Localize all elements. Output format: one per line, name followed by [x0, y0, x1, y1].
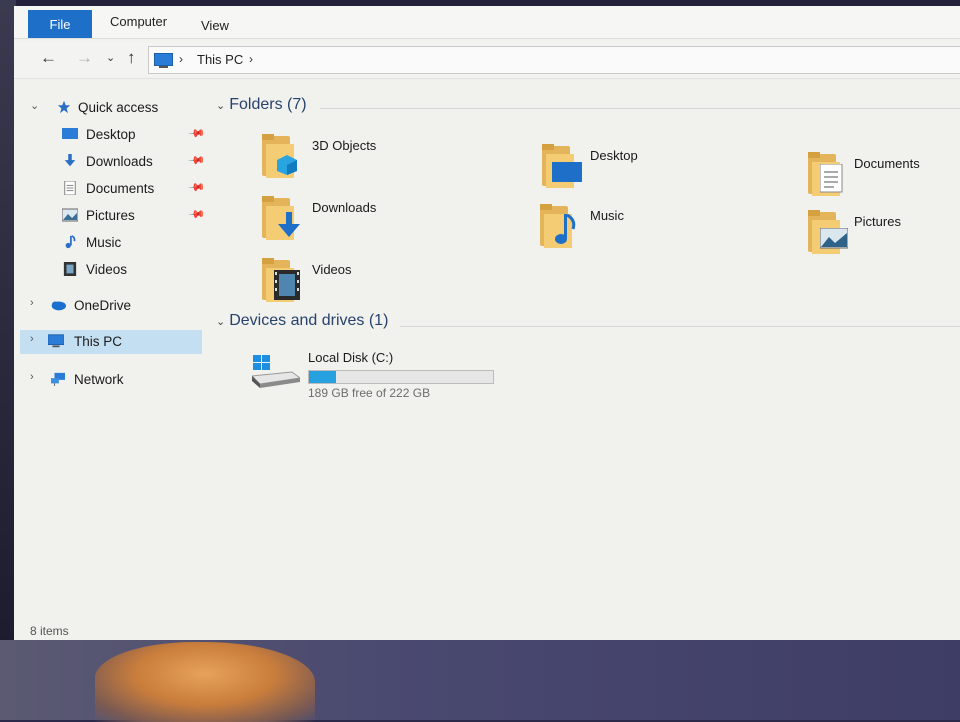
- hard-drive-icon: [252, 355, 300, 388]
- nav-item-label: Quick access: [78, 100, 159, 115]
- folder-label: 3D Objects: [312, 138, 377, 153]
- folder-tile-pictures[interactable]: Pictures: [808, 210, 960, 268]
- folder-tile-documents[interactable]: Documents: [808, 152, 960, 210]
- nav-item-network[interactable]: › Network: [14, 368, 202, 392]
- download-arrow-icon: [278, 212, 300, 237]
- status-bar-item-count: 8 items: [30, 624, 69, 638]
- folder-label: Documents: [854, 156, 920, 171]
- nav-item-videos[interactable]: Videos: [14, 258, 202, 282]
- pin-icon[interactable]: 📌: [187, 151, 206, 170]
- breadcrumb-this-pc[interactable]: This PC: [197, 52, 243, 67]
- group-header-devices[interactable]: ⌄ Devices and drives (1): [216, 312, 388, 330]
- document-icon: [820, 164, 843, 193]
- group-header-folders[interactable]: ⌄ Folders (7): [216, 96, 307, 114]
- folder-tile-3d-objects[interactable]: 3D Objects: [262, 134, 522, 192]
- tab-file[interactable]: File: [28, 10, 92, 38]
- folder-label: Desktop: [590, 148, 638, 163]
- nav-item-music[interactable]: Music: [14, 231, 202, 255]
- group-header-label: Folders (7): [229, 96, 307, 113]
- picture-icon: [820, 228, 848, 249]
- drive-free-space: 189 GB free of 222 GB: [308, 386, 431, 400]
- expand-chevron-icon[interactable]: ›: [30, 297, 34, 309]
- folder-tile-videos[interactable]: Videos: [262, 258, 522, 316]
- star-icon: [57, 100, 71, 114]
- folder-tile-desktop[interactable]: Desktop: [542, 144, 802, 202]
- collapse-chevron-icon[interactable]: ⌄: [216, 316, 225, 328]
- tab-computer[interactable]: Computer: [110, 14, 167, 29]
- expand-chevron-icon[interactable]: ⌄: [30, 99, 39, 112]
- background-glare: [95, 642, 315, 722]
- nav-item-pictures[interactable]: Pictures 📌: [14, 204, 206, 228]
- computer-icon: [48, 334, 64, 348]
- cloud-icon: [51, 301, 66, 311]
- forward-arrow-icon[interactable]: →: [76, 48, 93, 68]
- tab-view[interactable]: View: [201, 18, 229, 33]
- collapse-chevron-icon[interactable]: ⌄: [216, 100, 225, 112]
- nav-item-label: Downloads: [86, 154, 153, 169]
- back-arrow-icon[interactable]: ←: [40, 48, 57, 68]
- folder-tile-downloads[interactable]: Downloads: [262, 196, 522, 254]
- group-divider: [320, 108, 960, 109]
- music-note-icon: [555, 214, 576, 244]
- nav-item-label: Desktop: [86, 127, 136, 142]
- desktop-icon: [62, 128, 78, 139]
- cube-icon: [277, 155, 297, 175]
- ribbon-tabs: File Computer View: [14, 6, 960, 39]
- desktop-icon: [552, 162, 582, 182]
- folder-label: Pictures: [854, 214, 901, 229]
- drive-usage-fill: [309, 371, 337, 383]
- film-icon: [63, 262, 77, 276]
- folder-label: Music: [590, 208, 624, 223]
- nav-item-label: Music: [86, 235, 122, 250]
- pin-icon[interactable]: 📌: [187, 124, 206, 143]
- group-divider: [400, 326, 960, 327]
- folder-label: Videos: [312, 262, 352, 277]
- breadcrumb-separator-icon[interactable]: ›: [179, 52, 183, 66]
- nav-item-label: OneDrive: [74, 298, 132, 313]
- drive-name: Local Disk (C:): [308, 350, 394, 365]
- nav-item-label: Documents: [86, 181, 155, 196]
- pin-icon[interactable]: 📌: [187, 205, 206, 224]
- file-explorer-window: File Computer View ← → ⌄ ↑ › This PC › ⌄…: [14, 6, 960, 640]
- nav-item-label: Videos: [86, 262, 128, 277]
- folder-label: Downloads: [312, 200, 377, 215]
- nav-item-desktop[interactable]: Desktop 📌: [14, 123, 206, 147]
- content-pane: ⌄ Folders (7) 3D Objects Desktop Document…: [210, 80, 960, 600]
- nav-item-label: Pictures: [86, 208, 135, 223]
- document-icon: [64, 181, 76, 195]
- nav-item-documents[interactable]: Documents 📌: [14, 177, 206, 201]
- folder-tile-music[interactable]: Music: [540, 204, 800, 262]
- music-note-icon: [65, 235, 76, 249]
- expand-chevron-icon[interactable]: ›: [30, 371, 34, 383]
- group-header-label: Devices and drives (1): [229, 312, 389, 329]
- navigation-bar: ← → ⌄ ↑ › This PC ›: [14, 42, 960, 79]
- download-arrow-icon: [64, 154, 76, 167]
- picture-icon: [62, 208, 78, 222]
- nav-item-label: This PC: [74, 334, 123, 349]
- nav-item-this-pc[interactable]: › This PC: [20, 330, 202, 354]
- computer-icon: [154, 53, 173, 68]
- address-bar[interactable]: › This PC ›: [148, 46, 960, 74]
- recent-locations-chevron-icon[interactable]: ⌄: [106, 51, 115, 64]
- nav-item-quick-access[interactable]: ⌄ Quick access: [14, 96, 202, 120]
- network-icon: [51, 372, 65, 386]
- film-icon: [274, 270, 300, 300]
- pin-icon[interactable]: 📌: [187, 178, 206, 197]
- breadcrumb-separator-icon[interactable]: ›: [249, 52, 253, 66]
- navigation-pane: ⌄ Quick access Desktop 📌 Downloads 📌 Doc…: [14, 80, 210, 600]
- nav-item-onedrive[interactable]: › OneDrive: [14, 294, 202, 318]
- drive-usage-bar: [308, 370, 494, 384]
- expand-chevron-icon[interactable]: ›: [30, 333, 34, 345]
- nav-item-downloads[interactable]: Downloads 📌: [14, 150, 206, 174]
- up-arrow-icon[interactable]: ↑: [127, 48, 136, 68]
- nav-item-label: Network: [74, 372, 124, 387]
- drive-tile-local-disk-c[interactable]: Local Disk (C:) 189 GB free of 222 GB: [252, 350, 572, 410]
